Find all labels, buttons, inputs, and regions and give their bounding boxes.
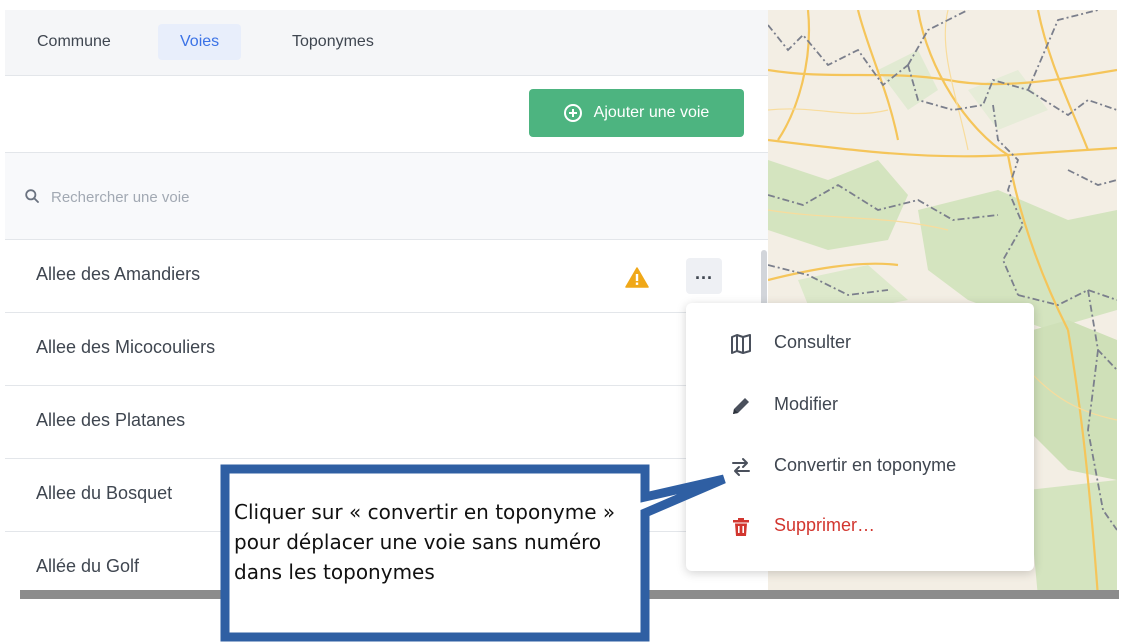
menu-label-convertir: Convertir en toponyme	[774, 455, 957, 475]
tab-voies[interactable]: Voies	[158, 24, 242, 60]
callout-text: Cliquer sur « convertir en toponyme » po…	[234, 500, 616, 584]
search-icon	[25, 189, 39, 203]
map-icon	[731, 334, 751, 354]
add-voie-label: Ajouter une voie	[593, 104, 710, 121]
tab-toponymes[interactable]: Toponymes	[270, 24, 396, 60]
menu-label-consulter: Consulter	[774, 332, 852, 352]
voie-label: Allée du Golf	[36, 556, 140, 576]
ellipsis-icon: ...	[694, 263, 713, 283]
voie-row[interactable]: Allee des Platanes	[5, 386, 768, 459]
voie-label: Allee du Bosquet	[36, 483, 173, 503]
search-bar	[5, 153, 768, 240]
warning-icon	[625, 267, 649, 288]
voie-label: Allee des Amandiers	[36, 264, 201, 284]
menu-item-consulter[interactable]: Consulter	[686, 315, 1034, 371]
voie-label: Allee des Platanes	[36, 410, 186, 430]
voie-row[interactable]: Allee des Amandiers ...	[5, 240, 768, 313]
voie-row[interactable]: Allee des Micocouliers	[5, 313, 768, 386]
more-options-button[interactable]: ...	[686, 258, 722, 294]
tab-bar: Commune Voies Toponymes	[5, 10, 768, 76]
add-voie-button[interactable]: Ajouter une voie	[529, 89, 744, 137]
menu-item-modifier[interactable]: Modifier	[686, 377, 1034, 433]
tab-commune[interactable]: Commune	[15, 24, 133, 60]
menu-label-supprimer: Supprimer…	[774, 515, 876, 535]
pencil-icon	[733, 398, 749, 414]
voie-label: Allee des Micocouliers	[36, 337, 216, 357]
menu-label-modifier: Modifier	[774, 394, 839, 414]
search-input[interactable]	[49, 181, 453, 213]
action-bar: Ajouter une voie	[5, 76, 768, 153]
plus-circle-icon	[563, 104, 582, 122]
